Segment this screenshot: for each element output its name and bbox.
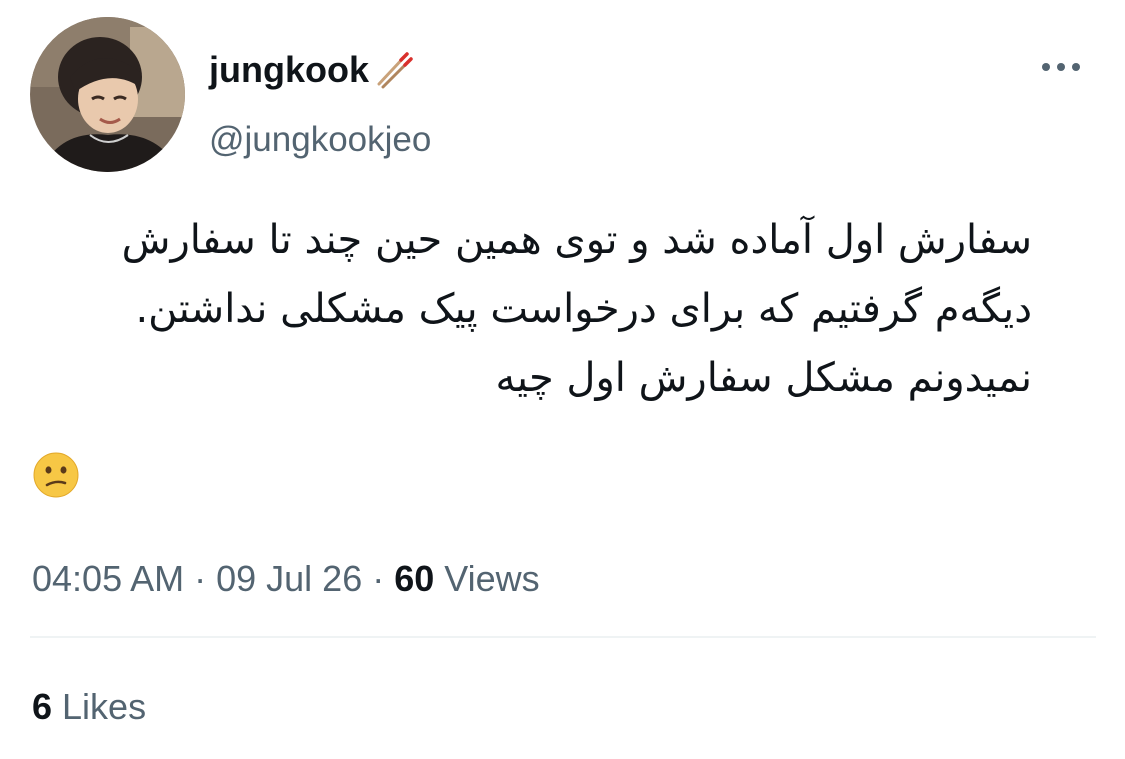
avatar[interactable]: [30, 17, 185, 172]
views-label: Views: [444, 558, 540, 599]
tweet-text-line: دیگه‌م گرفتیم که برای درخواست پیک مشکلی …: [135, 286, 1032, 332]
tweet-text-line: سفارش اول آماده شد و توی همین حین چند تا…: [121, 217, 1032, 263]
tweet-meta: 04:05 AM · 09 Jul 26 · 60 Views: [32, 556, 540, 602]
likes-count: 6: [32, 686, 53, 727]
tweet-text-line: نمیدونم مشکل سفارش اول چیه: [495, 355, 1032, 401]
tweet-date[interactable]: 09 Jul 26: [216, 558, 362, 599]
views-count: 60: [394, 558, 435, 599]
more-dots-icon: [1042, 63, 1080, 71]
author-name-row: jungkook: [209, 46, 413, 94]
user-handle[interactable]: @jungkookjeo: [209, 117, 431, 163]
divider: [30, 636, 1096, 638]
meta-separator: ·: [372, 558, 385, 599]
tweet-text: سفارش اول آماده شد و توی همین حین چند تا…: [28, 206, 1032, 413]
chopsticks-icon: [377, 52, 413, 89]
likes-label: Likes: [62, 686, 147, 727]
tweet-time[interactable]: 04:05 AM: [32, 558, 184, 599]
meta-separator: ·: [194, 558, 207, 599]
avatar-photo: [30, 17, 185, 172]
likes-link[interactable]: 6 Likes: [32, 684, 146, 730]
confused-face-emoji: [32, 451, 80, 499]
more-options-button[interactable]: [1036, 52, 1086, 82]
display-name[interactable]: jungkook: [209, 46, 369, 94]
